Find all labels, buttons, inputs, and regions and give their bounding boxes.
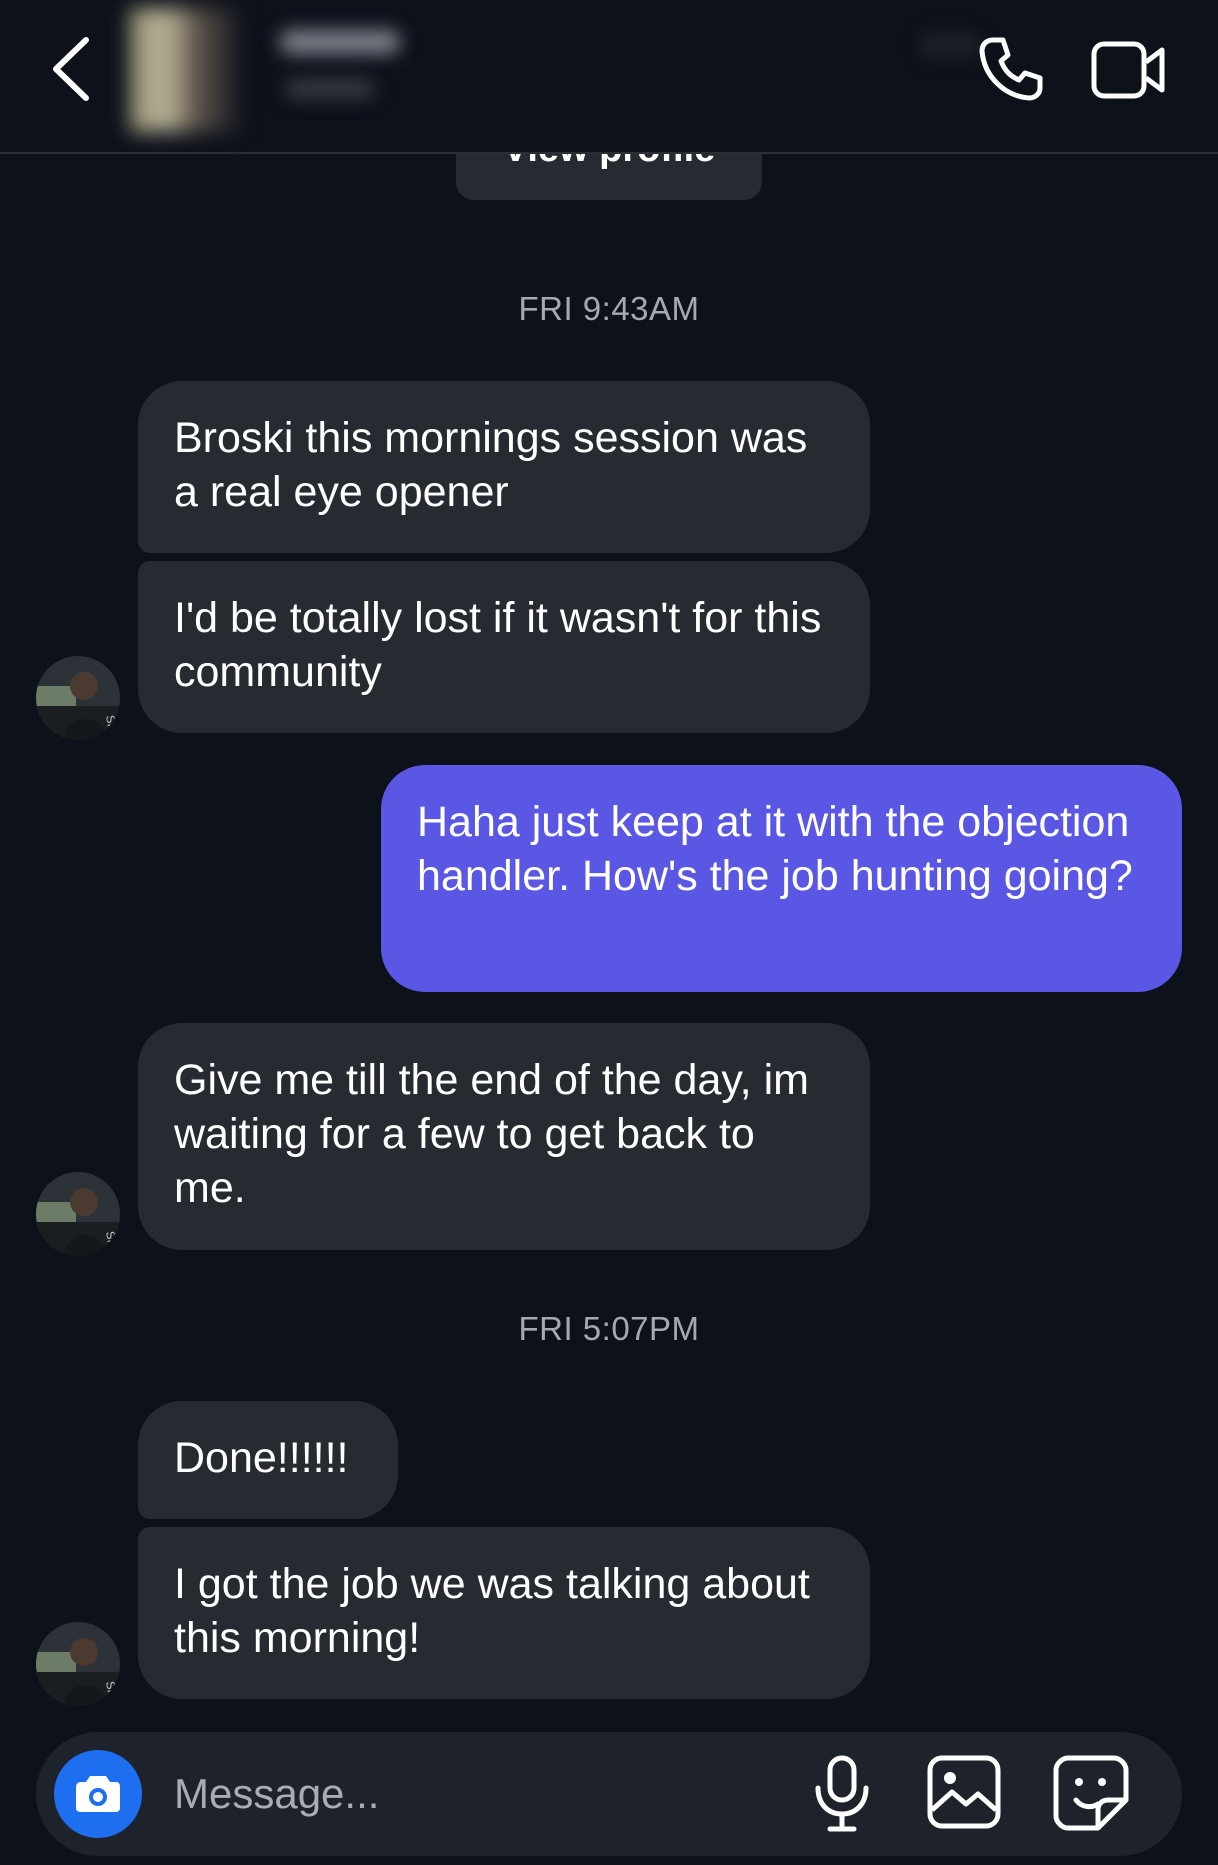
- svg-text:SH: SH: [103, 1230, 120, 1249]
- sender-avatar[interactable]: SH: [36, 1622, 120, 1706]
- chat-header: [0, 0, 1218, 154]
- timestamp: FRI 9:43AM: [518, 290, 700, 327]
- incoming-message[interactable]: Give me till the end of the day, im wait…: [138, 1023, 870, 1250]
- camera-button[interactable]: [54, 1750, 142, 1838]
- sender-avatar-image: SH: [36, 1172, 120, 1256]
- timestamp: FRI 5:07PM: [518, 1310, 700, 1347]
- contact-avatar-blurred[interactable]: [130, 8, 240, 132]
- chevron-left-icon: [53, 37, 89, 101]
- outgoing-message[interactable]: Haha just keep at it with the objection …: [381, 765, 1182, 992]
- incoming-message[interactable]: I'd be totally lost if it wasn't for thi…: [138, 561, 870, 733]
- svg-text:SH: SH: [103, 1680, 120, 1699]
- video-call-button[interactable]: [1090, 38, 1168, 102]
- svg-text:SH: SH: [103, 714, 120, 733]
- microphone-icon: [815, 1755, 869, 1832]
- message-input[interactable]: [174, 1758, 794, 1830]
- message-text: Broski this mornings session was a real …: [174, 414, 808, 516]
- message-text: Done!!!!!!: [174, 1434, 349, 1482]
- message-text: I got the job we was talking about this …: [174, 1560, 810, 1662]
- sender-avatar-image: SH: [36, 656, 120, 740]
- chat-screen: View profile FRI 9:43AM Broski this morn…: [0, 0, 1218, 1865]
- gallery-button[interactable]: [926, 1754, 1002, 1830]
- sticker-button[interactable]: [1052, 1754, 1130, 1832]
- image-icon: [927, 1755, 1001, 1829]
- sticker-icon: [1053, 1755, 1129, 1831]
- phone-icon: [979, 37, 1043, 101]
- message-text: Give me till the end of the day, im wait…: [174, 1056, 809, 1212]
- audio-call-button[interactable]: [976, 34, 1046, 104]
- video-camera-icon: [1091, 41, 1165, 99]
- sender-avatar[interactable]: SH: [36, 1172, 120, 1256]
- back-button[interactable]: [48, 36, 96, 102]
- message-composer: [36, 1732, 1182, 1856]
- message-text: I'd be totally lost if it wasn't for thi…: [174, 594, 822, 696]
- contact-name-blurred[interactable]: [280, 30, 400, 54]
- sender-avatar[interactable]: SH: [36, 656, 120, 740]
- header-blurred-element: [920, 32, 980, 58]
- contact-status-blurred: [285, 80, 375, 98]
- voice-message-button[interactable]: [812, 1754, 872, 1834]
- incoming-message[interactable]: I got the job we was talking about this …: [138, 1527, 870, 1699]
- message-text: Haha just keep at it with the objection …: [417, 798, 1133, 900]
- incoming-message[interactable]: Broski this mornings session was a real …: [138, 381, 870, 553]
- camera-icon: [76, 1776, 120, 1812]
- sender-avatar-image: SH: [36, 1622, 120, 1706]
- incoming-message[interactable]: Done!!!!!!: [138, 1401, 398, 1519]
